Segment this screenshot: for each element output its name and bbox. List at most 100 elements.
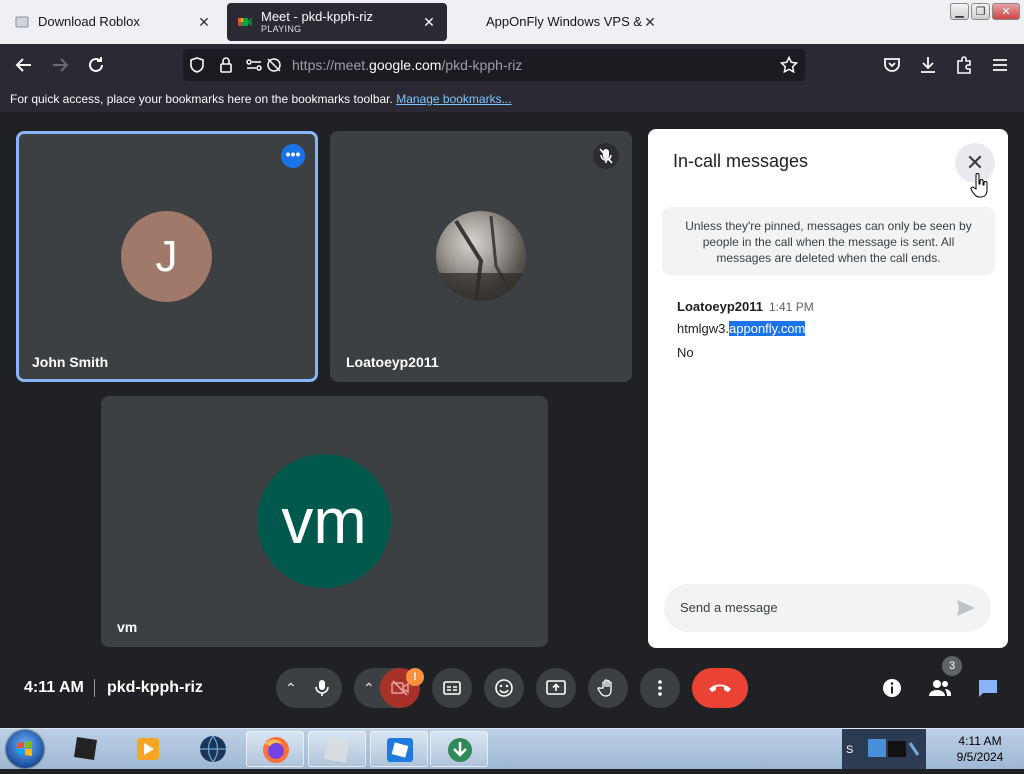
lock-icon[interactable] bbox=[216, 55, 236, 75]
avatar-initial: J bbox=[155, 231, 178, 281]
start-button[interactable] bbox=[6, 730, 44, 768]
url-text[interactable]: https://meet.google.com/pkd-kpph-riz bbox=[292, 57, 522, 73]
close-icon: ✕ bbox=[965, 150, 985, 175]
message-input[interactable]: Send a message bbox=[664, 584, 991, 632]
participant-name: John Smith bbox=[32, 354, 109, 370]
firefox-icon bbox=[263, 737, 289, 763]
restore-button[interactable]: ❐ bbox=[971, 3, 990, 20]
url-path: /pkd-kpph-riz bbox=[441, 57, 523, 73]
video-options-chevron-icon[interactable]: ⌃ bbox=[363, 680, 375, 697]
chat-icon bbox=[979, 680, 997, 697]
participant-tile-vm[interactable]: vm vm bbox=[101, 396, 548, 647]
tab-close-icon[interactable]: ✕ bbox=[642, 14, 658, 31]
reactions-button[interactable] bbox=[484, 668, 524, 708]
in-call-messages-panel: In-call messages ✕ Unless they're pinned… bbox=[648, 129, 1008, 648]
extensions-button[interactable] bbox=[952, 53, 976, 77]
more-vert-icon bbox=[658, 680, 662, 696]
panel-title: In-call messages bbox=[673, 151, 809, 171]
people-icon bbox=[929, 680, 951, 696]
tab-title: AppOnFly Windows VPS & Clo bbox=[486, 15, 642, 29]
forward-button[interactable] bbox=[48, 53, 72, 77]
bookmarks-toolbar: For quick access, place your bookmarks h… bbox=[0, 86, 1024, 112]
manage-bookmarks-link[interactable]: Manage bookmarks... bbox=[396, 92, 511, 106]
more-options-button[interactable] bbox=[640, 668, 680, 708]
window-close-button[interactable]: ✕ bbox=[992, 3, 1020, 20]
hamburger-icon bbox=[993, 59, 1007, 71]
raise-hand-icon bbox=[597, 679, 612, 697]
windows-logo-icon bbox=[18, 741, 32, 756]
avatar-initial: vm bbox=[281, 485, 367, 557]
send-icon[interactable] bbox=[955, 597, 977, 619]
tab-download-roblox[interactable]: Download Roblox ✕ bbox=[4, 3, 222, 41]
info-icon bbox=[883, 679, 901, 697]
participant-name: vm bbox=[117, 619, 138, 635]
system-tray: S 4:11 AM 9/5/2024 bbox=[840, 729, 1024, 769]
taskbar-app-network[interactable] bbox=[184, 731, 242, 767]
roblox-icon bbox=[324, 737, 350, 763]
pocket-button[interactable] bbox=[880, 53, 904, 77]
download-icon bbox=[921, 57, 935, 73]
captions-button[interactable] bbox=[432, 668, 472, 708]
tray-icons[interactable]: S bbox=[842, 729, 926, 769]
taskbar-app-idm[interactable] bbox=[430, 731, 488, 767]
end-call-icon bbox=[709, 684, 731, 692]
downloads-button[interactable] bbox=[916, 53, 940, 77]
taskbar-app-firefox[interactable] bbox=[246, 731, 304, 767]
url-domain: google.com bbox=[369, 57, 442, 73]
star-bookmark-icon[interactable] bbox=[779, 55, 799, 75]
globe-icon bbox=[200, 735, 226, 763]
message-header: Loatoeyp2011 1:41 PM bbox=[677, 299, 814, 314]
message-text: htmlgw3. bbox=[677, 321, 730, 336]
forward-arrow-icon bbox=[53, 58, 69, 72]
more-options-icon[interactable]: ••• bbox=[281, 144, 305, 168]
browser-tab-strip: Download Roblox ✕ Meet - pkd-kpph-riz PL… bbox=[0, 0, 1024, 44]
page-icon bbox=[15, 16, 29, 28]
message-sender: Loatoeyp2011 bbox=[677, 299, 763, 314]
taskbar-app-roblox[interactable] bbox=[308, 731, 366, 767]
present-screen-icon bbox=[546, 680, 566, 695]
tab-meet[interactable]: Meet - pkd-kpph-riz PLAYING ✕ bbox=[227, 3, 447, 41]
tab-close-icon[interactable]: ✕ bbox=[421, 14, 437, 31]
reload-button[interactable] bbox=[84, 53, 108, 77]
chat-message[interactable]: htmlgw3.apponfly.com bbox=[677, 321, 806, 336]
mic-muted-icon bbox=[593, 143, 619, 169]
tab-apponfly[interactable]: AppOnFly Windows VPS & Clo ✕ bbox=[452, 3, 668, 41]
url-bar[interactable]: https://meet.google.com/pkd-kpph-riz bbox=[183, 49, 805, 81]
microphone-icon bbox=[315, 680, 329, 696]
system-time: 4:11 AM bbox=[958, 734, 1002, 748]
raise-hand-button[interactable] bbox=[588, 668, 628, 708]
chat-button[interactable] bbox=[968, 668, 1008, 708]
menu-button[interactable] bbox=[988, 53, 1012, 77]
meeting-clock: 4:11 AM bbox=[24, 679, 84, 696]
back-button[interactable] bbox=[12, 53, 36, 77]
taskbar-app-media-player[interactable] bbox=[120, 731, 178, 767]
participant-tile-loatoeyp2011[interactable]: Loatoeyp2011 bbox=[330, 131, 632, 382]
pocket-icon bbox=[884, 58, 900, 72]
participant-tile-john-smith[interactable]: ••• J John Smith bbox=[16, 131, 318, 382]
camera-blocked-icon[interactable] bbox=[264, 55, 284, 75]
chat-message[interactable]: No bbox=[677, 345, 694, 360]
taskbar-app-roblox-studio[interactable] bbox=[60, 731, 118, 767]
meeting-controls-bar: 4:11 AM pkd-kpph-riz ⌃ ⌃ ! 3 bbox=[0, 656, 1024, 718]
system-clock[interactable]: 4:11 AM 9/5/2024 bbox=[940, 733, 1020, 765]
download-manager-icon bbox=[448, 738, 472, 762]
microphone-button[interactable] bbox=[302, 668, 342, 708]
audio-options-chevron-icon[interactable]: ⌃ bbox=[285, 680, 297, 697]
leave-call-button[interactable] bbox=[692, 668, 748, 708]
avatar: J bbox=[121, 211, 212, 302]
permissions-icon[interactable] bbox=[244, 55, 264, 75]
tray-icons-area: S bbox=[842, 729, 926, 769]
svg-text:S: S bbox=[846, 744, 853, 756]
google-meet-icon bbox=[238, 17, 252, 27]
selected-link-text[interactable]: apponfly.com bbox=[729, 321, 806, 336]
minimize-button[interactable]: ▁ bbox=[950, 3, 969, 20]
shield-icon[interactable] bbox=[187, 55, 207, 75]
tab-close-icon[interactable]: ✕ bbox=[196, 14, 212, 31]
taskbar-app-roblox-player[interactable] bbox=[370, 731, 428, 767]
present-screen-button[interactable] bbox=[536, 668, 576, 708]
avatar-photo bbox=[436, 211, 526, 301]
browser-navbar: https://meet.google.com/pkd-kpph-riz bbox=[0, 44, 1024, 86]
roblox-player-icon bbox=[387, 738, 413, 762]
tab-playing-label: PLAYING bbox=[261, 24, 302, 34]
meeting-details-button[interactable] bbox=[872, 668, 912, 708]
